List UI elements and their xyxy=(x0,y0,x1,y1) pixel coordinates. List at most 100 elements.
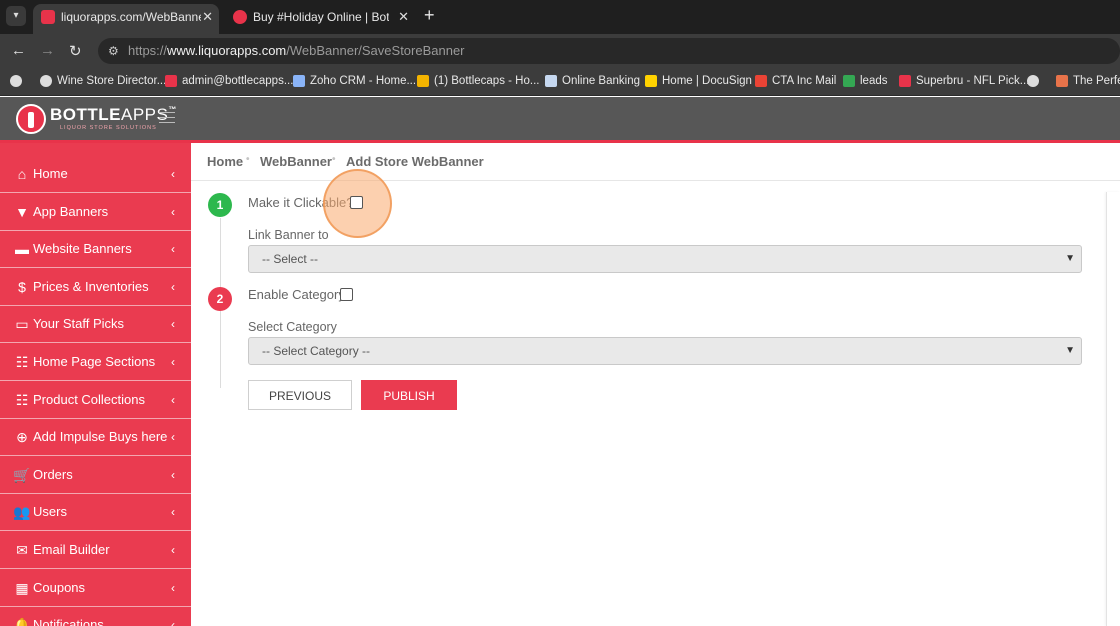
url-prefix: https:// xyxy=(128,43,168,58)
make-clickable-checkbox[interactable] xyxy=(350,196,363,209)
browser-toolbar: ← → ↻ ⚙ https://www.liquorapps.com/WebBa… xyxy=(0,34,1120,68)
menu-toggle-icon[interactable] xyxy=(159,112,175,127)
publish-button[interactable]: PUBLISH xyxy=(361,380,457,410)
bookmark-item[interactable]: Wine Store Director... xyxy=(40,73,166,89)
bookmark-item[interactable]: leads xyxy=(843,73,888,89)
tab-liquorapps[interactable]: liquorapps.com/WebBanner/Sa ✕ xyxy=(33,4,219,34)
bookmark-item[interactable]: Superbru - NFL Pick... xyxy=(899,73,1029,89)
select-category-label: Select Category xyxy=(248,320,337,334)
sidebar-item-label: Prices & Inventories xyxy=(33,278,149,294)
tab-title: liquorapps.com/WebBanner/Sa xyxy=(61,10,201,24)
breadcrumb-home[interactable]: Home xyxy=(207,154,243,169)
diamond-icon xyxy=(1056,75,1068,87)
home-icon: ⌂ xyxy=(17,166,27,182)
bookmark-label: (1) Bottlecaps - Ho... xyxy=(434,75,540,87)
url-path: /WebBanner/SaveStoreBanner xyxy=(286,43,465,58)
breadcrumb-separator: • xyxy=(246,154,250,165)
bottlecapps-logo-icon[interactable] xyxy=(16,104,46,134)
sidebar-item-coupons[interactable]: ▦ Coupons ‹ xyxy=(0,570,191,607)
sidebar-item-orders[interactable]: 🛒 Orders ‹ xyxy=(0,457,191,494)
sidebar-item-add-impulse-buys-here[interactable]: ⊕ Add Impulse Buys here ‹ xyxy=(0,419,191,457)
bottlecapps-favicon-icon xyxy=(41,10,55,24)
globe-icon xyxy=(10,75,22,87)
logo-text[interactable]: BOTTLEAPPS™ xyxy=(50,105,177,125)
link-banner-value: -- Select -- xyxy=(262,252,319,266)
coupon-icon: ▦ xyxy=(15,579,29,596)
sidebar-item-label: Email Builder xyxy=(33,542,110,557)
sidebar-item-product-collections[interactable]: ☷ Product Collections ‹ xyxy=(0,382,191,419)
previous-button[interactable]: PREVIOUS xyxy=(248,380,352,410)
zoho-icon xyxy=(293,75,305,87)
close-tab-icon[interactable]: ✕ xyxy=(202,4,213,30)
sidebar-item-users[interactable]: 👥 Users ‹ xyxy=(0,494,191,532)
sidebar-item-label: Add Impulse Buys here xyxy=(33,429,168,445)
bookmark-label: Home | DocuSign xyxy=(662,75,752,87)
sidebar-item-app-banners[interactable]: ▼ App Banners ‹ xyxy=(0,194,191,231)
forward-icon[interactable]: → xyxy=(40,42,55,59)
sidebar-item-label: Home Page Sections xyxy=(33,354,156,369)
url-domain: www.liquorapps.com xyxy=(167,43,287,58)
sidebar-item-notifications[interactable]: 🔔 Notifications ‹ xyxy=(0,607,191,626)
bookmark-label: admin@bottlecapps.... xyxy=(182,75,297,87)
bottlecaps-icon xyxy=(417,75,429,87)
bookmark-label: The Perfect xyxy=(1073,75,1120,87)
sidebar-item-label: Users xyxy=(33,504,67,520)
globe-icon xyxy=(1027,75,1039,87)
breadcrumb-current: Add Store WebBanner xyxy=(346,154,484,169)
bookmark-item[interactable]: (1) Bottlecaps - Ho... xyxy=(417,73,539,89)
tab-bottlecaps-holiday[interactable]: Buy #Holiday Online | Bottlecap ✕ xyxy=(225,4,415,34)
chevron-down-icon: ▼ xyxy=(1065,345,1075,356)
sidebar: ⌂ Home ‹ ▼ App Banners ‹ ▬ Website Banners ‹ $ Pri… xyxy=(0,143,191,626)
users-icon: 👥 xyxy=(13,504,31,521)
link-banner-select[interactable]: -- Select -- ▼ xyxy=(248,245,1082,273)
bookmark-item[interactable]: CTA Inc Mail xyxy=(755,73,836,89)
category-select[interactable]: -- Select Category -- ▼ xyxy=(248,337,1082,365)
bookmark-item[interactable]: Zoho CRM - Home... xyxy=(293,73,416,89)
sidebar-item-home[interactable]: ⌂ Home ‹ xyxy=(0,156,191,193)
close-tab-icon[interactable]: ✕ xyxy=(398,4,409,30)
new-tab-button[interactable]: + xyxy=(424,5,435,26)
sidebar-item-prices-inventories[interactable]: $ Prices & Inventories ‹ xyxy=(0,269,191,306)
bell-icon: 🔔 xyxy=(13,617,31,626)
sidebar-item-website-banners[interactable]: ▬ Website Banners ‹ xyxy=(0,231,191,269)
bookmark-item[interactable]: Home | DocuSign xyxy=(645,73,752,89)
site-settings-icon[interactable]: ⚙ xyxy=(108,38,119,64)
chevron-left-icon: ‹ xyxy=(171,505,175,520)
category-value: -- Select Category -- xyxy=(262,344,371,358)
reload-icon[interactable]: ↻ xyxy=(69,42,82,60)
step-2-badge: 2 xyxy=(208,287,232,311)
enable-category-checkbox[interactable] xyxy=(340,288,353,301)
bookmark-label: Superbru - NFL Pick... xyxy=(916,75,1030,87)
clipboard-icon: ☷ xyxy=(15,354,29,370)
chevron-left-icon: ‹ xyxy=(171,204,175,219)
sidebar-item-email-builder[interactable]: ✉ Email Builder ‹ xyxy=(0,532,191,569)
back-icon[interactable]: ← xyxy=(11,42,26,59)
globe-icon xyxy=(40,75,52,87)
bookmark-label: Online Banking xyxy=(562,75,640,87)
tab-search-button[interactable]: ▾ xyxy=(6,6,26,26)
sidebar-item-home-page-sections[interactable]: ☷ Home Page Sections ‹ xyxy=(0,344,191,381)
superbru-icon xyxy=(899,75,911,87)
bookmark-item[interactable]: Online Banking xyxy=(545,73,640,89)
card-icon: ▭ xyxy=(15,316,29,333)
chevron-left-icon: ‹ xyxy=(171,618,175,626)
address-bar[interactable]: ⚙ https://www.liquorapps.com/WebBanner/S… xyxy=(98,38,1120,64)
sidebar-item-label: Your Staff Picks xyxy=(33,316,125,332)
chevron-left-icon: ‹ xyxy=(171,467,175,482)
chevron-left-icon: ‹ xyxy=(171,242,175,257)
bookmark-item[interactable]: admin@bottlecapps.... xyxy=(165,73,297,89)
bookmark-label: Zoho CRM - Home... xyxy=(310,75,417,87)
breadcrumb-webbanner[interactable]: WebBanner xyxy=(260,154,332,169)
email-icon: ✉ xyxy=(16,542,28,558)
bookmark-item[interactable]: The Perfect xyxy=(1056,73,1120,89)
sidebar-item-label: Website Banners xyxy=(33,241,132,257)
sidebar-item-label: Home xyxy=(33,166,68,181)
sidebar-item-your-staff-picks[interactable]: ▭ Your Staff Picks ‹ xyxy=(0,306,191,344)
bookmark-label: CTA Inc Mail xyxy=(772,75,837,87)
chevron-left-icon: ‹ xyxy=(171,167,175,181)
breadcrumb-separator: • xyxy=(332,154,336,165)
sidebar-item-label: Notifications xyxy=(33,617,104,626)
document-icon xyxy=(545,75,557,87)
plus-circle-icon: ⊕ xyxy=(16,429,28,446)
link-banner-label: Link Banner to xyxy=(248,228,329,242)
